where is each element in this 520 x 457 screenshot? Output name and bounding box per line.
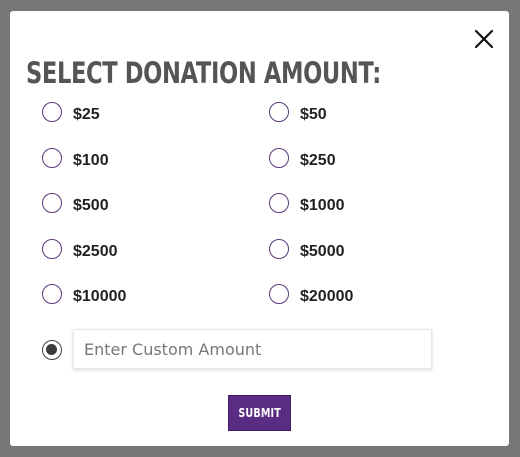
radio-button[interactable] — [269, 102, 289, 122]
amount-option-20000[interactable]: $20000 — [269, 282, 353, 306]
radio-button[interactable] — [269, 148, 289, 168]
amount-label: $100 — [73, 152, 109, 169]
radio-button[interactable] — [42, 284, 62, 304]
radio-button[interactable] — [42, 148, 62, 168]
close-button[interactable] — [473, 28, 495, 50]
amount-option-5000[interactable]: $5000 — [269, 237, 345, 261]
amount-option-50[interactable]: $50 — [269, 100, 327, 124]
custom-amount-input[interactable] — [73, 329, 432, 369]
amount-option-25[interactable]: $25 — [42, 100, 100, 124]
amount-option-500[interactable]: $500 — [42, 191, 109, 215]
radio-button[interactable] — [269, 239, 289, 259]
amount-label: $500 — [73, 197, 109, 214]
donation-modal: SELECT DONATION AMOUNT: $25 $100 $500 $2… — [10, 11, 509, 446]
amount-label: $10000 — [73, 288, 127, 305]
amount-label: $20000 — [300, 288, 354, 305]
amount-label: $250 — [300, 152, 336, 169]
amount-option-2500[interactable]: $2500 — [42, 237, 118, 261]
modal-title: SELECT DONATION AMOUNT: — [26, 56, 381, 90]
submit-button[interactable]: SUBMIT — [228, 395, 291, 431]
amount-option-100[interactable]: $100 — [42, 146, 109, 170]
submit-label: SUBMIT — [238, 406, 281, 420]
amount-label: $1000 — [300, 197, 345, 214]
radio-button[interactable] — [42, 193, 62, 213]
radio-button[interactable] — [269, 193, 289, 213]
amount-label: $2500 — [73, 243, 118, 260]
amount-option-1000[interactable]: $1000 — [269, 191, 345, 215]
radio-button[interactable] — [42, 239, 62, 259]
amount-option-250[interactable]: $250 — [269, 146, 336, 170]
amount-option-10000[interactable]: $10000 — [42, 282, 126, 306]
close-icon — [474, 29, 494, 49]
radio-button[interactable] — [42, 102, 62, 122]
custom-amount-option[interactable] — [42, 338, 62, 362]
radio-button[interactable] — [269, 284, 289, 304]
amount-label: $5000 — [300, 243, 345, 260]
amount-label: $25 — [73, 106, 100, 123]
amount-label: $50 — [300, 106, 327, 123]
custom-radio-button[interactable] — [42, 340, 62, 360]
